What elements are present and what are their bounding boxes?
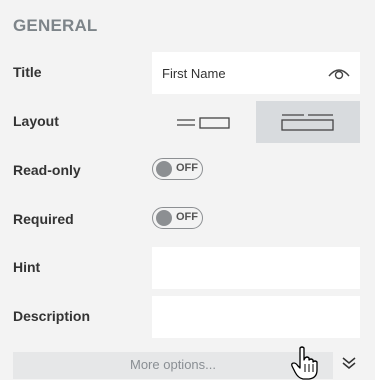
required-toggle-text: OFF (176, 211, 198, 223)
more-options-button[interactable]: More options... (13, 352, 333, 379)
hint-field[interactable] (152, 247, 360, 289)
description-label: Description (13, 308, 91, 324)
title-field[interactable]: First Name (152, 52, 360, 94)
eye-icon[interactable] (328, 65, 350, 81)
title-label: Title (13, 64, 42, 80)
readonly-toggle[interactable]: OFF (152, 158, 203, 180)
stacked-layout-icon (281, 114, 334, 131)
readonly-toggle-text: OFF (176, 162, 198, 174)
title-value: First Name (162, 66, 226, 81)
inline-layout-icon (177, 117, 230, 129)
description-field[interactable] (152, 296, 360, 338)
toggle-knob (156, 210, 172, 226)
hand-pointer-icon (291, 346, 318, 380)
toggle-knob (156, 161, 172, 177)
layout-option-inline[interactable] (152, 101, 256, 143)
layout-label: Layout (13, 113, 59, 129)
more-options-label: More options... (130, 357, 216, 372)
required-label: Required (13, 211, 74, 227)
double-chevron-down-icon[interactable] (341, 356, 357, 370)
readonly-label: Read-only (13, 162, 81, 178)
section-title: GENERAL (13, 16, 98, 35)
layout-option-stacked[interactable] (256, 101, 360, 143)
hint-label: Hint (13, 259, 41, 275)
required-toggle[interactable]: OFF (152, 207, 203, 229)
